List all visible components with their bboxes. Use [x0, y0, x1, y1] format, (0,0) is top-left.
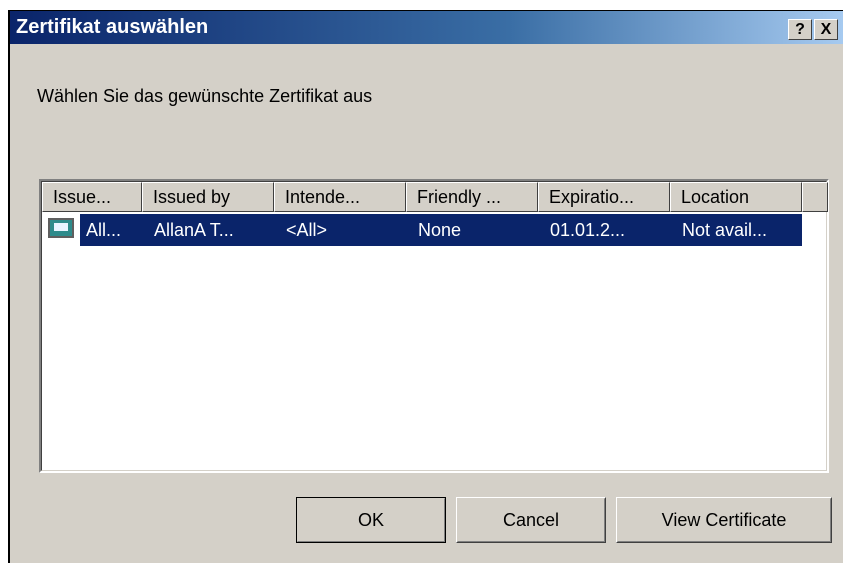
close-button[interactable]: X: [814, 19, 838, 40]
cell-issued-by: AllanA T...: [154, 220, 234, 240]
column-header-issued-to[interactable]: Issue...: [42, 182, 142, 212]
column-header-location[interactable]: Location: [670, 182, 802, 212]
table-row[interactable]: All... AllanA T... <All> None 01.01.2...…: [42, 214, 802, 246]
view-certificate-button[interactable]: View Certificate: [616, 497, 832, 543]
cell-expiration: 01.01.2...: [550, 220, 626, 240]
cancel-button[interactable]: Cancel: [456, 497, 606, 543]
column-header-intended-purposes[interactable]: Intende...: [274, 182, 406, 212]
certificate-dialog: Zertifikat auswählen ? X Wählen Sie das …: [8, 10, 843, 563]
view-certificate-button-label: View Certificate: [661, 510, 787, 530]
cancel-button-label: Cancel: [502, 510, 560, 530]
ok-button-label: OK: [357, 510, 384, 530]
cell-issued-to: All...: [86, 220, 122, 240]
cell-location: Not avail...: [682, 220, 768, 240]
column-header-friendly-name[interactable]: Friendly ...: [406, 182, 538, 212]
cell-intended-purposes: <All>: [286, 220, 328, 240]
ok-button[interactable]: OK: [296, 497, 446, 543]
dialog-title: Zertifikat auswählen: [16, 16, 209, 38]
column-header-expiration[interactable]: Expiratio...: [538, 182, 670, 212]
certificate-list[interactable]: Issue... Issued by Intende... Friendly .…: [39, 179, 829, 473]
column-header-issued-by[interactable]: Issued by: [142, 182, 274, 212]
prompt-text: Wählen Sie das gewünschte Zertifikat aus: [37, 86, 373, 106]
certificate-icon: [48, 218, 74, 238]
help-button[interactable]: ?: [788, 19, 812, 40]
cell-friendly-name: None: [418, 220, 462, 240]
title-bar[interactable]: Zertifikat auswählen ? X: [10, 11, 843, 44]
list-header: Issue... Issued by Intende... Friendly .…: [42, 182, 828, 212]
column-header-filler: [802, 182, 828, 212]
